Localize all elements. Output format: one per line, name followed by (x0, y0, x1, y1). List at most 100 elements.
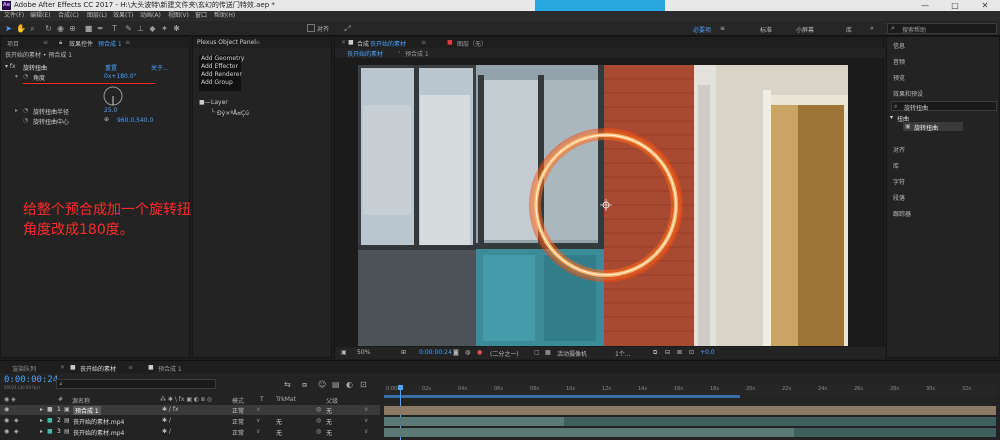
snapshot-icon[interactable]: ◙ (453, 349, 459, 356)
zoom-tool-icon[interactable]: ⌕ (28, 24, 37, 33)
parent-dropdown-icon[interactable]: ∨ (364, 428, 368, 435)
transparency-grid-icon[interactable]: ▦ (545, 349, 551, 356)
plexus-panel-title[interactable]: Plexus Object Panel (197, 39, 256, 46)
snap-checkbox[interactable] (307, 24, 315, 32)
zoom-dropdown[interactable]: 50% (357, 349, 370, 356)
add-effector-item[interactable]: Add Effector (199, 63, 241, 71)
panel-preview[interactable]: 预览 (893, 73, 905, 82)
layer-trkmat[interactable]: 无 (276, 417, 282, 426)
camera-dropdown[interactable]: 活动摄像机 (557, 349, 587, 358)
stopwatch-icon[interactable]: ◔ (23, 73, 28, 80)
layer-parent[interactable]: 无 (326, 406, 332, 415)
parent-pickwhip-icon[interactable]: ◎ (316, 417, 321, 424)
workspace-essentials[interactable]: 必要项 (693, 25, 711, 34)
layer-switches-icon[interactable]: ✱ / fx (162, 406, 179, 413)
tab-composition[interactable]: 丧开始的素材 (370, 39, 406, 48)
expand-layer-icon[interactable]: ▸ (40, 428, 43, 435)
visibility-eye-icon[interactable]: ◉ (4, 428, 9, 435)
tab-composition-prefix[interactable]: 合成 (357, 39, 369, 48)
views-dropdown[interactable]: 1个... (615, 349, 631, 358)
layer-duration-bar[interactable] (384, 417, 996, 426)
parent-dropdown-icon[interactable]: ∨ (364, 406, 368, 413)
effects-search-input[interactable]: ⌕ 旋转扭曲 (891, 101, 997, 112)
layer-name[interactable]: 丧开始的素材.mp4 (73, 428, 124, 437)
layer-mode[interactable]: 正常 (232, 417, 244, 426)
panel-menu-icon[interactable]: ≡ (125, 39, 130, 46)
camera-tool-icon[interactable]: ◉ (56, 24, 65, 33)
menu-help[interactable]: 帮助(H) (214, 12, 235, 20)
panel-paragraph[interactable]: 段落 (893, 193, 905, 202)
stopwatch-icon[interactable]: ◔ (23, 107, 28, 114)
crosshair-icon[interactable]: ⊕ (104, 116, 109, 123)
motion-blur-icon[interactable]: ◐ (346, 380, 353, 389)
grid-icon[interactable]: ⊞ (401, 349, 406, 356)
panel-audio[interactable]: 音频 (893, 57, 905, 66)
draft-3d-icon[interactable]: ⧈ (302, 380, 307, 390)
timeline-search-input[interactable]: ⌕ (56, 379, 216, 389)
pan-behind-tool-icon[interactable]: ⊕ (68, 24, 77, 33)
layer-row[interactable]: ◉ ▸ ■ 1 ▣ 预合成 1 ✱ / fx 正常 ∨ ◎ 无 ∨ (0, 405, 380, 415)
add-group-item[interactable]: Add Group (199, 79, 241, 87)
tab-effect-controls-layer[interactable]: 预合成 1 (98, 39, 122, 48)
text-tool-icon[interactable]: T (110, 24, 119, 33)
panel-library[interactable]: 库 (893, 161, 899, 170)
menu-icon[interactable]: ≡ (43, 39, 48, 46)
layer-name[interactable]: 预合成 1 (73, 406, 101, 415)
tab-render-queue[interactable]: 渲染队列 (12, 364, 36, 373)
layer-parent[interactable]: 无 (326, 428, 332, 437)
reset-link[interactable]: 重置 (105, 63, 117, 72)
menu-edit[interactable]: 编辑(E) (30, 12, 50, 20)
workspace-menu-icon[interactable]: ≡ (720, 25, 725, 32)
close-icon[interactable]: ✕ (60, 364, 65, 371)
effect-result-twirl[interactable]: 旋转扭曲 (914, 123, 938, 132)
pen-tool-icon[interactable]: ✒ (96, 24, 105, 33)
layer-mode[interactable]: 正常 (232, 428, 244, 437)
comp-mini-flowchart-icon[interactable]: ⇆ (284, 380, 291, 389)
layer-trkmat[interactable]: 无 (276, 428, 282, 437)
expand-distort-icon[interactable]: ▾ (890, 114, 893, 121)
region-icon[interactable]: ▢ (534, 349, 540, 356)
expand-layer-icon[interactable]: ▸ (40, 406, 43, 413)
plexus-layer[interactable]: Layer (211, 99, 228, 106)
panel-character[interactable]: 字符 (893, 177, 905, 186)
selection-tool-icon[interactable]: ➤ (4, 24, 13, 33)
tab-project[interactable]: 项目 (7, 39, 19, 48)
layer-row[interactable]: ◉ ◈ ▸ ■ 3 ▤ 丧开始的素材.mp4 ✱ / 正常 ∨ 无 ◎ 无 ∨ (0, 427, 380, 437)
close-button[interactable]: ✕ (970, 0, 1000, 11)
angle-value[interactable]: 0x+180.0° (104, 73, 137, 80)
minimize-button[interactable]: — (910, 0, 940, 11)
tab-timeline-comp[interactable]: 丧开始的素材 (80, 364, 116, 373)
menu-view[interactable]: 视图(V) (168, 12, 189, 20)
label-color-icon[interactable]: ■ (47, 417, 53, 424)
layer-duration-bar[interactable] (384, 406, 996, 415)
expand-radius-icon[interactable]: ▸ (15, 107, 18, 114)
mode-dropdown-icon[interactable]: ∨ (256, 406, 260, 413)
help-search-input[interactable]: ⌕ 搜索帮助 (887, 23, 997, 34)
viewer-timecode[interactable]: 0:00:00:24 (419, 349, 452, 356)
menu-composition[interactable]: 合成(C) (58, 12, 79, 20)
radius-value[interactable]: 25.0 (104, 107, 117, 114)
magnifier-icon[interactable]: ▣ (341, 349, 347, 356)
panel-menu-icon[interactable]: ≡ (255, 39, 260, 46)
graph-editor-icon[interactable]: ⊡ (360, 380, 367, 389)
workspace-library[interactable]: 库 (846, 25, 852, 34)
exposure-value[interactable]: +0.0 (700, 349, 715, 356)
lock-icon[interactable]: ■ (348, 39, 354, 46)
clone-stamp-tool-icon[interactable]: ⊥ (136, 24, 145, 33)
timeline-timecode[interactable]: 0:00:00:24 (4, 375, 58, 385)
workspace-small-screen[interactable]: 小屏幕 (796, 25, 814, 34)
panel-align[interactable]: 对齐 (893, 145, 905, 154)
audio-icon[interactable]: ◈ (14, 428, 19, 435)
maximize-button[interactable]: □ (940, 0, 970, 11)
parent-pickwhip-icon[interactable]: ◎ (316, 406, 321, 413)
layer-parent[interactable]: 无 (326, 417, 332, 426)
comp-flowchart-icon[interactable]: ⊡ (689, 349, 694, 356)
puppet-tool-icon[interactable]: ✱ (172, 24, 181, 33)
menu-window[interactable]: 窗口 (195, 12, 207, 20)
hand-tool-icon[interactable]: ✋ (16, 24, 26, 33)
menu-file[interactable]: 文件(F) (4, 12, 24, 20)
layer-duration-bar[interactable] (384, 428, 996, 437)
lock-icon[interactable]: 🔒︎ (59, 39, 62, 47)
fx-toggle-icon[interactable]: ▾ fx (5, 63, 16, 70)
composition-viewer[interactable] (358, 65, 848, 346)
